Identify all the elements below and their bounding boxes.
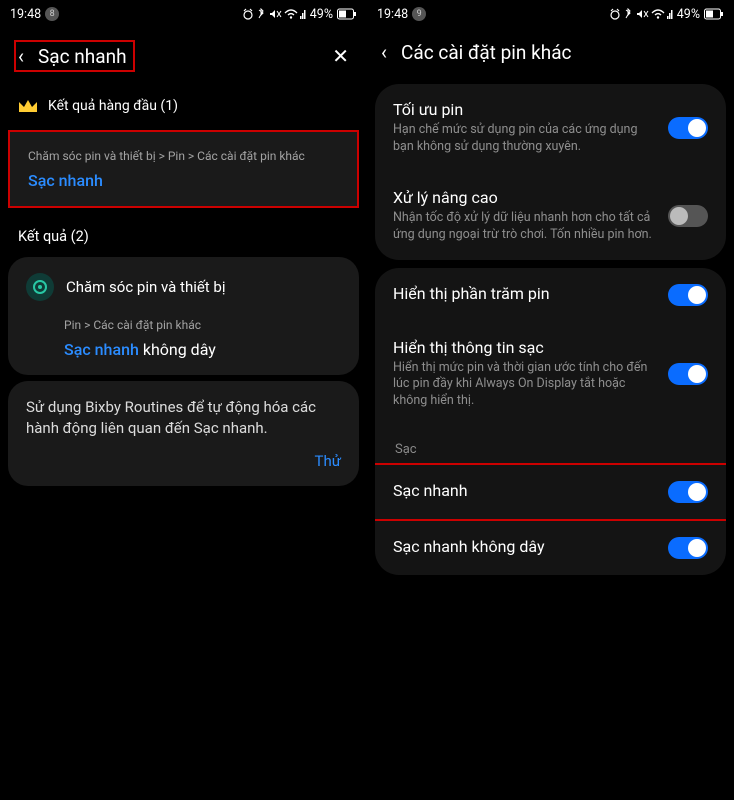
setting-title: Hiển thị phần trăm pin bbox=[393, 284, 654, 303]
toggle-switch[interactable] bbox=[668, 363, 708, 385]
setting-fast-charge[interactable]: Sạc nhanh bbox=[375, 463, 726, 521]
setting-desc: Hiển thị mức pin và thời gian ước tính c… bbox=[393, 360, 654, 411]
bixby-card: Sử dụng Bixby Routines để tự động hóa cá… bbox=[8, 381, 359, 487]
phone-left: 19:48 8 49% ‹ Sạc nhanh ✕ Kết quả hàng đ… bbox=[0, 0, 367, 800]
results-header: Kết quả (2) bbox=[0, 214, 367, 251]
close-icon[interactable]: ✕ bbox=[332, 44, 353, 68]
notification-count: 9 bbox=[412, 7, 426, 21]
status-bar: 19:48 8 49% bbox=[0, 0, 367, 28]
search-title: Sạc nhanh bbox=[38, 45, 127, 68]
setting-title: Tối ưu pin bbox=[393, 100, 654, 119]
silent-icon bbox=[268, 8, 282, 20]
top-result-card[interactable]: Chăm sóc pin và thiết bị > Pin > Các cài… bbox=[8, 130, 359, 208]
setting-wireless-fast-charge[interactable]: Sạc nhanh không dây bbox=[375, 521, 726, 575]
status-time: 19:48 bbox=[10, 7, 41, 22]
crown-icon bbox=[18, 98, 38, 114]
device-care-row: Chăm sóc pin và thiết bị bbox=[26, 273, 341, 301]
bluetooth-icon bbox=[623, 8, 633, 20]
app-name: Chăm sóc pin và thiết bị bbox=[66, 278, 226, 296]
device-care-icon bbox=[26, 273, 54, 301]
status-icons bbox=[609, 8, 673, 20]
page-title: Các cài đặt pin khác bbox=[401, 41, 571, 64]
silent-icon bbox=[635, 8, 649, 20]
toggle-switch[interactable] bbox=[668, 117, 708, 139]
battery-icon bbox=[337, 8, 357, 20]
alarm-icon bbox=[242, 8, 254, 20]
setting-title: Sạc nhanh bbox=[393, 481, 654, 500]
toggle-switch[interactable] bbox=[668, 481, 708, 503]
header-highlight: ‹ Sạc nhanh bbox=[14, 40, 135, 72]
battery-percent: 49% bbox=[677, 7, 700, 22]
toggle-switch[interactable] bbox=[668, 537, 708, 559]
signal-icon bbox=[300, 8, 306, 20]
result-card[interactable]: Chăm sóc pin và thiết bị Pin > Các cài đ… bbox=[8, 257, 359, 375]
setting-charging-info[interactable]: Hiển thị thông tin sạc Hiển thị mức pin … bbox=[375, 322, 726, 427]
result-link: Sạc nhanh không dây bbox=[64, 340, 341, 359]
setting-title: Sạc nhanh không dây bbox=[393, 537, 654, 556]
wifi-icon bbox=[284, 8, 298, 20]
setting-battery-percent[interactable]: Hiển thị phần trăm pin bbox=[375, 268, 726, 322]
result-link: Sạc nhanh bbox=[28, 171, 339, 190]
setting-battery-optimize[interactable]: Tối ưu pin Hạn chế mức sử dụng pin của c… bbox=[375, 84, 726, 172]
setting-desc: Nhận tốc độ xử lý dữ liệu nhanh hơn cho … bbox=[393, 210, 654, 244]
back-icon[interactable]: ‹ bbox=[381, 40, 387, 64]
toggle-switch[interactable] bbox=[668, 205, 708, 227]
top-results-header: Kết quả hàng đầu (1) bbox=[0, 88, 367, 124]
setting-enhanced-processing[interactable]: Xử lý nâng cao Nhận tốc độ xử lý dữ liệu… bbox=[375, 172, 726, 260]
status-bar: 19:48 9 49% bbox=[367, 0, 734, 28]
setting-title: Hiển thị thông tin sạc bbox=[393, 338, 654, 357]
signal-icon bbox=[667, 8, 673, 20]
notification-count: 8 bbox=[45, 7, 59, 21]
bluetooth-icon bbox=[256, 8, 266, 20]
wifi-icon bbox=[651, 8, 665, 20]
breadcrumb: Chăm sóc pin và thiết bị > Pin > Các cài… bbox=[28, 148, 339, 165]
status-icons bbox=[242, 8, 306, 20]
search-header: ‹ Sạc nhanh ✕ bbox=[0, 28, 367, 88]
settings-header: ‹ Các cài đặt pin khác bbox=[367, 28, 734, 80]
setting-desc: Hạn chế mức sử dụng pin của các ứng dụng… bbox=[393, 122, 654, 156]
settings-group-main: Tối ưu pin Hạn chế mức sử dụng pin của c… bbox=[375, 84, 726, 260]
alarm-icon bbox=[609, 8, 621, 20]
battery-percent: 49% bbox=[310, 7, 333, 22]
back-icon[interactable]: ‹ bbox=[18, 44, 24, 68]
phone-right: 19:48 9 49% ‹ Các cài đặt pin khác Tối ư… bbox=[367, 0, 734, 800]
battery-icon bbox=[704, 8, 724, 20]
setting-title: Xử lý nâng cao bbox=[393, 188, 654, 207]
try-button[interactable]: Thử bbox=[26, 452, 341, 470]
top-results-label: Kết quả hàng đầu (1) bbox=[48, 98, 178, 114]
status-time: 19:48 bbox=[377, 7, 408, 22]
toggle-switch[interactable] bbox=[668, 284, 708, 306]
settings-group-display: Hiển thị phần trăm pin Hiển thị thông ti… bbox=[375, 268, 726, 576]
breadcrumb: Pin > Các cài đặt pin khác bbox=[64, 317, 341, 334]
bixby-text: Sử dụng Bixby Routines để tự động hóa cá… bbox=[26, 397, 341, 441]
group-label-charging: Sạc bbox=[375, 426, 726, 463]
